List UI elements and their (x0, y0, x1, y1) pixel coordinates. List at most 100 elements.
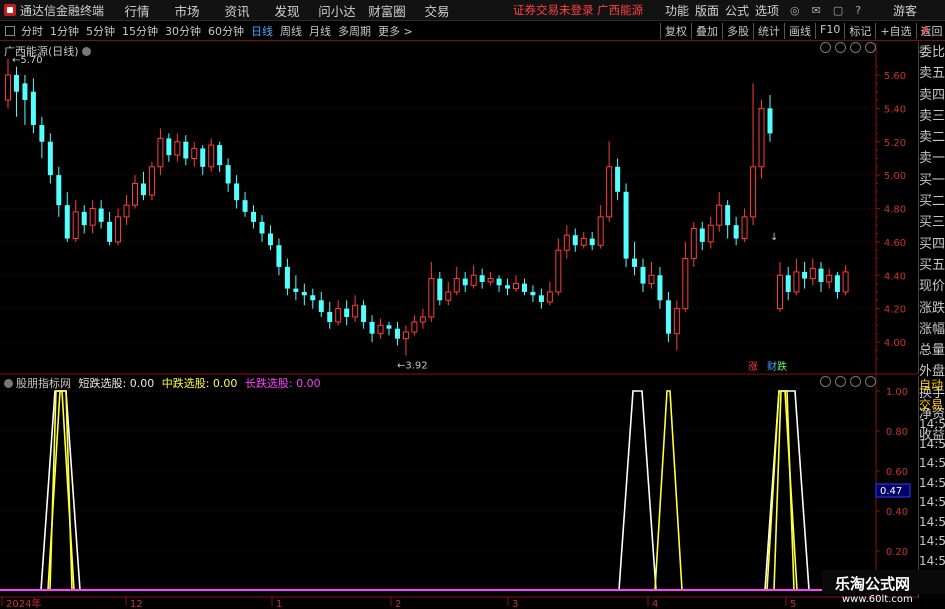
candle-body (538, 295, 544, 302)
help-icon[interactable]: ? (855, 4, 861, 17)
trade-panel-item[interactable]: 14:56 (919, 415, 945, 435)
close-icon[interactable] (865, 42, 876, 53)
candle-body (402, 331, 409, 340)
tool-duogu[interactable]: 多股 (722, 23, 753, 39)
menu-item-xuanxiang[interactable]: 选项 (752, 2, 782, 19)
menu-item-banmian[interactable]: 版面 (692, 2, 722, 19)
tool-f10[interactable]: F10 (815, 23, 844, 39)
trade-panel-item[interactable]: 自动 (919, 376, 945, 396)
menu-item-caifuquan[interactable]: 财富圈 (362, 1, 412, 20)
tool-fanhui[interactable]: 返回 (915, 23, 945, 39)
tool-fuquan[interactable]: 复权 (660, 23, 691, 39)
settings-icon[interactable] (81, 47, 91, 56)
time-tick-label: 2 (395, 599, 401, 609)
quote-panel-item[interactable]: 卖二 (919, 127, 945, 148)
quote-panel-item[interactable]: 卖三 (919, 106, 945, 127)
indicator-name[interactable]: 股朋指标网 (16, 377, 71, 390)
indicator-close-icon[interactable] (865, 376, 876, 387)
app-logo[interactable]: 通达信金融终端 (0, 2, 112, 19)
candle-body (606, 166, 613, 218)
menu-item-gongneng[interactable]: 功能 (662, 2, 692, 19)
candle-body (513, 283, 519, 290)
series-2-spike (654, 390, 683, 591)
menu-item-jiaoyi[interactable]: 交易 (412, 1, 462, 20)
candle-body (361, 305, 367, 322)
tool-biaoji[interactable]: 标记 (844, 23, 875, 39)
candle-body (284, 266, 290, 289)
trade-panel-item[interactable]: 14:56 (919, 454, 945, 474)
chart-tool-icons (820, 42, 876, 53)
quote-panel-item[interactable]: 买四 (919, 234, 945, 255)
trade-panel-item[interactable]: 交易 (919, 396, 945, 416)
period-5min[interactable]: 5分钟 (86, 23, 115, 39)
candle-body (166, 138, 172, 156)
candle-body (318, 300, 324, 312)
user-icon[interactable]: ◎ (790, 4, 800, 17)
candle-body (589, 238, 595, 246)
quote-panel-item[interactable]: 卖四 (919, 85, 945, 106)
period-monthly[interactable]: 月线 (309, 23, 331, 39)
candle-body (115, 216, 122, 243)
period-60min[interactable]: 60分钟 (208, 23, 244, 39)
r-tag[interactable]: R (922, 25, 930, 38)
indicator-settings-icon[interactable] (4, 379, 13, 388)
zoom-icon[interactable] (835, 42, 846, 53)
period-30min[interactable]: 30分钟 (165, 23, 201, 39)
price-tick-label: 4.00 (884, 338, 906, 349)
menu-item-hangqing[interactable]: 行情 (112, 1, 162, 20)
search-icon[interactable] (820, 42, 831, 53)
tool-diejia[interactable]: 叠加 (691, 23, 722, 39)
quote-panel-item[interactable]: 现价 (919, 276, 945, 297)
skin-icon[interactable]: ▢ (833, 4, 843, 17)
series-1-spike (618, 390, 657, 591)
quote-panel-item[interactable]: 涨幅 (919, 319, 945, 340)
period-weekly[interactable]: 周线 (280, 23, 302, 39)
trade-panel-item[interactable]: 14:56 (919, 532, 945, 552)
period-daily[interactable]: 日线 (251, 23, 273, 39)
menu-item-wenxiaoda[interactable]: 问小达 (312, 1, 362, 20)
quote-panel-item[interactable]: 买一 (919, 170, 945, 191)
menu-item-shichang[interactable]: 市场 (162, 1, 212, 20)
tool-tongji[interactable]: 统计 (753, 23, 784, 39)
candle-body (47, 141, 53, 176)
menu-right: 功能 版面 公式 选项 (662, 2, 782, 19)
price-chart[interactable]: 4.004.204.404.604.805.005.205.405.60←5.7… (0, 42, 918, 609)
trade-panel-item[interactable]: 14:56 (919, 435, 945, 455)
mail-icon[interactable]: ✉ (812, 4, 821, 17)
time-tick-label: 2024年 (6, 597, 41, 609)
candle-body (327, 311, 333, 322)
trade-panel-item[interactable]: 14:56 (919, 493, 945, 513)
period-more[interactable]: 更多 > (378, 23, 413, 39)
indicator-zoom-icon[interactable] (835, 376, 846, 387)
quote-panel-item[interactable]: 委比 (919, 42, 945, 63)
quote-panel-item[interactable]: 买二 (919, 191, 945, 212)
watermark-url: www.60lt.com (842, 594, 913, 605)
period-fenshi[interactable]: 分时 (21, 23, 43, 39)
quote-panel-item[interactable]: 涨跌 (919, 298, 945, 319)
menu-item-faxian[interactable]: 发现 (262, 1, 312, 20)
trade-panel-item[interactable]: 14:56 (919, 552, 945, 572)
quote-panel-item[interactable]: 总量 (919, 340, 945, 361)
menu-item-zixun[interactable]: 资讯 (212, 1, 262, 20)
period-multi[interactable]: 多周期 (338, 23, 371, 39)
candle-body (225, 165, 231, 184)
quote-panel-item[interactable]: 买五 (919, 255, 945, 276)
trade-panel-item[interactable]: 14:56 (919, 474, 945, 494)
tool-huaxian[interactable]: 画线 (784, 23, 815, 39)
indicator-tool-icons (820, 376, 876, 387)
period-1min[interactable]: 1分钟 (50, 23, 79, 39)
menu-icon[interactable] (850, 42, 861, 53)
login-alert[interactable]: 证券交易未登录 广西能源 (513, 2, 643, 18)
quote-panel-item[interactable]: 卖一 (919, 148, 945, 169)
quote-panel-item[interactable]: 买三 (919, 212, 945, 233)
quote-panel-item[interactable]: 卖五 (919, 63, 945, 84)
trade-panel-item[interactable]: 14:56 (919, 513, 945, 533)
menu-item-gongshi[interactable]: 公式 (722, 2, 752, 19)
grid-icon[interactable] (5, 26, 15, 36)
tool-zixuan[interactable]: +自选 (875, 23, 915, 39)
candle-body (22, 83, 28, 101)
indicator-menu-icon[interactable] (850, 376, 861, 387)
indicator-search-icon[interactable] (820, 376, 831, 387)
period-15min[interactable]: 15分钟 (122, 23, 158, 39)
guest-label[interactable]: 游客 (893, 2, 917, 19)
